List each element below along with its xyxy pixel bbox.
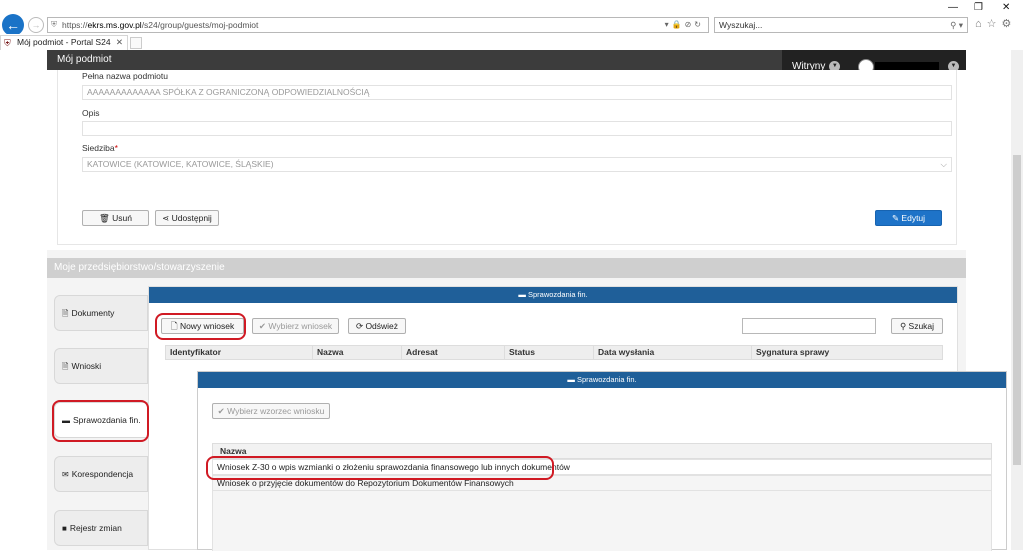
tab-label: Sprawozdania fin.: [73, 415, 141, 425]
tab-sprawozdania[interactable]: ▬ Sprawozdania fin.: [54, 402, 148, 438]
seat-label: Siedziba: [82, 143, 115, 153]
browser-tab[interactable]: ⛨ Mój podmiot - Portal S24 ✕: [0, 35, 128, 50]
new-request-label: Nowy wniosek: [179, 321, 235, 331]
minimize-icon[interactable]: —: [948, 2, 958, 13]
panel-header: ▬ Sprawozdania fin.: [149, 287, 957, 303]
document-icon: 🗎: [62, 309, 69, 318]
edit-button[interactable]: ✎ Edytuj: [875, 210, 942, 226]
choose-request-button[interactable]: ✔ Wybierz wniosek: [252, 318, 339, 334]
favicon-icon: ⛨: [4, 38, 11, 48]
check-icon: ✔: [217, 406, 228, 416]
tab-bar: ⛨ Mój podmiot - Portal S24 ✕: [0, 34, 1023, 50]
desc-field[interactable]: [82, 121, 952, 136]
choose-request-label: Wybierz wniosek: [268, 321, 333, 331]
address-bar[interactable]: ⛨ https://ekrs.ms.gov.pl/s24/group/guest…: [47, 17, 709, 33]
seat-select[interactable]: KATOWICE (KATOWICE, KATOWICE, ŚLĄSKIE) ⌵: [82, 157, 952, 172]
close-window-icon[interactable]: ✕: [1002, 2, 1010, 13]
template-row[interactable]: Wniosek o przyjęcie dokumentów do Repozy…: [212, 475, 992, 491]
briefcase-icon: ■: [62, 524, 67, 533]
panel-title: Sprawozdania fin.: [527, 290, 588, 299]
restore-icon[interactable]: ❐: [974, 2, 983, 13]
share-label: Udostępnij: [171, 213, 212, 223]
section-title: Moje przedsiębiorstwo/stowarzyszenie: [47, 258, 966, 278]
col-identyfikator[interactable]: Identyfikator: [166, 346, 312, 359]
share-button[interactable]: ⋖ Udostępnij: [155, 210, 219, 226]
refresh-label: Odśwież: [365, 321, 399, 331]
template-grid-header[interactable]: Nazwa: [212, 443, 992, 459]
trash-icon: 🗑: [99, 213, 113, 223]
seat-label-wrap: Siedziba*: [82, 143, 118, 153]
template-dialog: ▬ Sprawozdania fin. ✔ Wybierz wzorzec wn…: [197, 371, 1007, 551]
col-status[interactable]: Status: [504, 346, 593, 359]
choose-template-label: Wybierz wzorzec wniosku: [227, 406, 325, 416]
tab-rejestr-zmian[interactable]: ■ Rejestr zmian: [54, 510, 148, 546]
form-frame: Pełna nazwa podmiotu AAAAAAAAAAAAA SPÓŁK…: [57, 70, 957, 245]
page-scrollbar[interactable]: [1011, 50, 1023, 550]
requests-grid-header: Identyfikator Nazwa Adresat Status Data …: [165, 345, 943, 360]
col-sygnatura[interactable]: Sygnatura sprawy: [751, 346, 942, 359]
address-bar-icons[interactable]: ▾🔒⊘↻: [665, 18, 704, 32]
tab-close-icon[interactable]: ✕: [116, 36, 123, 49]
tab-dokumenty[interactable]: 🗎 Dokumenty: [54, 295, 148, 331]
folder-icon: ▬: [518, 290, 528, 299]
tab-label: Wnioski: [71, 361, 102, 371]
col-data-wyslania[interactable]: Data wysłania: [593, 346, 751, 359]
col-nazwa[interactable]: Nazwa: [312, 346, 401, 359]
scrollbar-thumb[interactable]: [1013, 155, 1021, 465]
edit-icon: ✎: [891, 213, 902, 223]
delete-label: Usuń: [112, 213, 132, 223]
seat-value: KATOWICE (KATOWICE, KATOWICE, ŚLĄSKIE): [87, 159, 274, 169]
template-grid-empty: [212, 491, 992, 551]
browser-search-input[interactable]: Wyszukaj... ⚲ ▾: [714, 17, 968, 33]
share-icon: ⋖: [162, 213, 172, 223]
refresh-icon: ⟳: [355, 321, 366, 331]
required-marker: *: [114, 143, 118, 153]
delete-button[interactable]: 🗑 Usuń: [82, 210, 149, 226]
browser-toolbar: — ❐ ✕ ← → ⛨ https://ekrs.ms.gov.pl/s24/g…: [0, 0, 1023, 36]
url-host: ekrs.ms.gov.pl: [87, 20, 142, 30]
tab-korespondencja[interactable]: ✉ Korespondencja: [54, 456, 148, 492]
folder-icon: ▬: [62, 416, 70, 425]
choose-template-button[interactable]: ✔ Wybierz wzorzec wniosku: [212, 403, 330, 419]
tab-label: Rejestr zmian: [69, 523, 122, 533]
entity-form: Pełna nazwa podmiotu AAAAAAAAAAAAA SPÓŁK…: [47, 70, 966, 250]
search-icon: ⚲: [899, 321, 909, 331]
name-label: Pełna nazwa podmiotu: [82, 71, 169, 81]
site-emblem-icon: ⛨: [51, 20, 57, 29]
dialog-header: ▬ Sprawozdania fin.: [198, 372, 1006, 388]
tab-wnioski[interactable]: 🗎 Wnioski: [54, 348, 148, 384]
edit-label: Edytuj: [901, 213, 926, 223]
toolbar-icons[interactable]: ⌂☆⚙: [975, 17, 1016, 30]
tab-label: Dokumenty: [71, 308, 115, 318]
template-row[interactable]: Wniosek Z-30 o wpis wzmianki o złożeniu …: [212, 459, 992, 475]
url-path: /s24/group/guests/moj-podmiot: [141, 20, 259, 30]
tab-label: Korespondencja: [71, 469, 134, 479]
new-tab-button[interactable]: [130, 37, 142, 49]
envelope-icon: ✉: [62, 470, 69, 479]
refresh-button[interactable]: ⟳ Odśwież: [348, 318, 406, 334]
new-request-button[interactable]: 🗋 Nowy wniosek: [161, 318, 244, 334]
name-field[interactable]: AAAAAAAAAAAAA SPÓŁKA Z OGRANICZONĄ ODPOW…: [82, 85, 952, 100]
forward-arrow-icon[interactable]: →: [28, 17, 44, 33]
url-prefix: https://: [62, 20, 88, 30]
search-button[interactable]: ⚲ Szukaj: [891, 318, 943, 334]
back-arrow-icon[interactable]: ←: [2, 14, 24, 36]
document-icon: 🗋: [170, 321, 180, 331]
search-icon[interactable]: ⚲ ▾: [950, 18, 963, 32]
check-icon: ✔: [258, 321, 269, 331]
folder-icon: ▬: [567, 375, 577, 384]
tab-title: Mój podmiot - Portal S24: [17, 37, 111, 47]
panel-search-input[interactable]: [742, 318, 876, 334]
dialog-title: Sprawozdania fin.: [576, 375, 637, 384]
search-placeholder: Wyszukaj...: [719, 20, 763, 30]
desc-label: Opis: [82, 108, 100, 118]
document-icon: 🗎: [62, 362, 69, 371]
search-label: Szukaj: [908, 321, 935, 331]
col-adresat[interactable]: Adresat: [401, 346, 504, 359]
chevron-down-icon: ⌵: [940, 159, 947, 169]
